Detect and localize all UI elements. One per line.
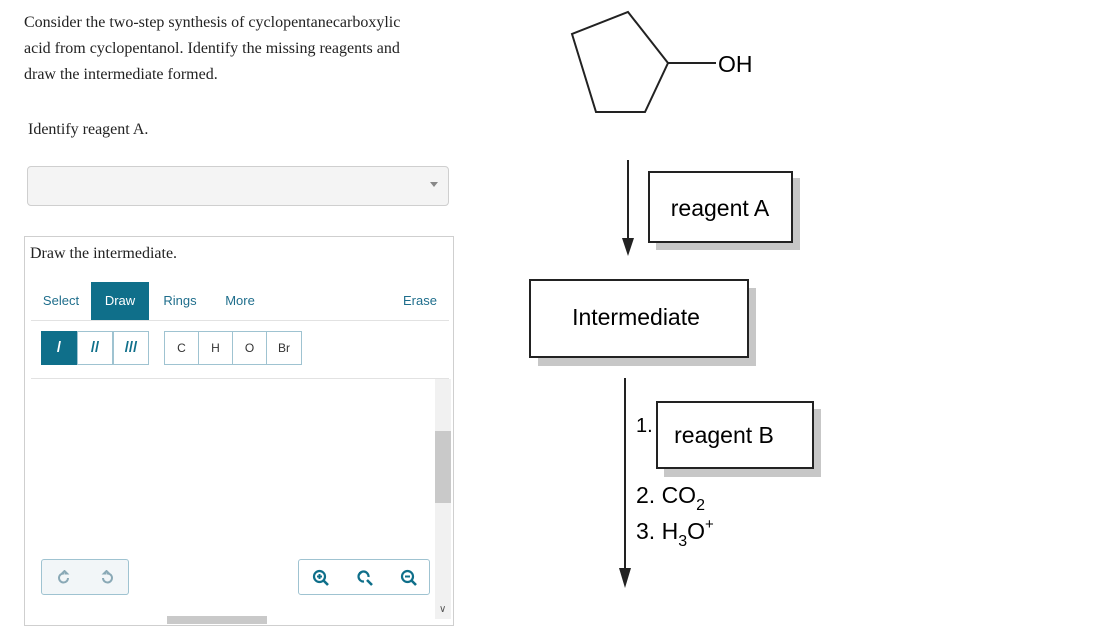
intermediate-label: Intermediate: [572, 304, 700, 330]
step-3-text: 3. H3O+: [636, 516, 714, 550]
step-3-subscript: 3: [678, 533, 687, 550]
step-2-text: 2. CO2: [636, 482, 705, 514]
reaction-scheme: OH reagent A Intermediate 1. reagent B 2…: [529, 10, 821, 588]
cyclopentanol-structure: [570, 10, 716, 113]
step-2-subscript: 2: [696, 497, 705, 514]
hydroxyl-group: OH: [718, 51, 753, 77]
reaction-arrow-1: [622, 160, 634, 256]
cyclopentane-ring: [570, 10, 670, 113]
step-3-prefix: 3. H: [636, 518, 678, 544]
reagent-b-label: reagent B: [674, 422, 774, 448]
step-1-number: 1.: [636, 415, 653, 437]
step-3-superscript: +: [705, 516, 714, 533]
step-3-mid: O: [687, 518, 705, 544]
step-2-main: 2. CO: [636, 482, 696, 508]
reagent-a-label: reagent A: [671, 195, 770, 221]
reaction-arrow-2: [619, 378, 631, 588]
